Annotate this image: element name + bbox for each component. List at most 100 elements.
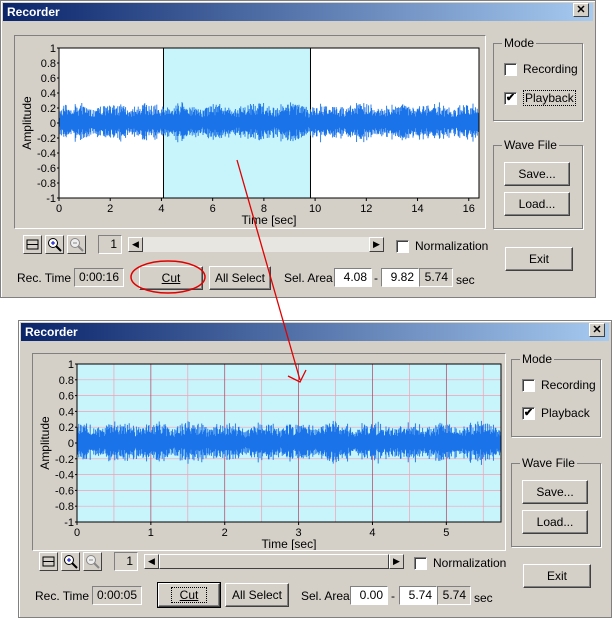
zoom-level-field: 1 <box>98 235 122 254</box>
sec-label: sec <box>474 591 493 605</box>
y-tick-label: 0.8 <box>59 375 74 387</box>
fit-view-button[interactable] <box>39 552 58 571</box>
sel-area-label: Sel. Area <box>301 589 350 603</box>
x-tick-label: 4 <box>158 203 164 215</box>
recording-checkbox-box[interactable] <box>504 62 517 76</box>
recorder-window-original: Recorder ✕ 1 0.8 0.6 0.4 0.2 0 -0.2 -0.4 -0.6 -0.… <box>0 0 596 298</box>
y-tick-label: -1 <box>46 193 56 205</box>
y-tick-label: -0.2 <box>37 133 56 145</box>
all-select-button[interactable]: All Select <box>209 266 271 290</box>
y-tick-label: -0.2 <box>55 454 74 466</box>
x-tick-label: 5 <box>443 527 449 539</box>
waveform-plot-frame: 1 0.8 0.6 0.4 0.2 0 -0.2 -0.4 -0.6 -0.8 -1 0 2 4 6 8 10 1… <box>14 35 486 229</box>
close-button[interactable]: ✕ <box>573 3 589 17</box>
cut-button[interactable]: Cut <box>157 582 221 608</box>
playback-checkbox-box[interactable]: ✔ <box>504 91 517 105</box>
playback-checkbox[interactable]: ✔ Playback <box>522 406 590 420</box>
recording-checkbox-box[interactable] <box>522 378 535 392</box>
y-tick-label: 0 <box>50 118 56 130</box>
waveform-plot[interactable]: 10.80.60.40.20-0.2-0.4-0.6-0.8-10 2 4 6 8 10 1… <box>15 36 485 228</box>
x-tick-label: 10 <box>309 203 321 215</box>
sel-start-input[interactable]: 4.08 <box>334 268 372 287</box>
sel-end-input[interactable]: 5.74 <box>399 586 437 605</box>
scroll-right-arrow-icon[interactable]: ▶ <box>369 237 384 252</box>
all-select-label: All Select <box>231 588 283 602</box>
recording-label: Recording <box>541 378 596 392</box>
y-tick-label: 0.6 <box>41 73 56 85</box>
fit-view-icon <box>42 556 55 567</box>
y-tick-label: -0.8 <box>37 178 56 190</box>
waveform-plot[interactable]: 10.80.60.40.20-0.2-0.4-0.6-0.8-10 1 2 3 4 5Ti… <box>33 354 505 550</box>
x-tick-label: 12 <box>360 203 372 215</box>
y-tick-label: -0.4 <box>55 470 74 482</box>
x-tick-label: 6 <box>210 203 216 215</box>
zoom-in-button[interactable] <box>45 235 64 254</box>
y-tick-label: 1 <box>68 359 74 371</box>
exit-button[interactable]: Exit <box>523 564 591 588</box>
normalization-checkbox-box[interactable] <box>396 239 409 253</box>
waveform-plot-frame: 1 0.8 0.6 0.4 0.2 0 -0.2 -0.4 -0.6 -0.8 -1 0 1 2 3 4 5 Ti… <box>32 353 506 551</box>
x-tick-label: 1 <box>148 527 154 539</box>
zoom-out-icon <box>86 555 100 569</box>
playback-label: Playback <box>523 90 576 106</box>
y-tick-label: 0.4 <box>41 88 56 100</box>
mode-group-label: Mode <box>502 36 537 50</box>
normalization-label: Normalization <box>415 239 489 253</box>
x-tick-label: 0 <box>74 527 80 539</box>
exit-button[interactable]: Exit <box>505 247 573 271</box>
sel-area-label: Sel. Area <box>284 271 333 285</box>
zoom-level-field: 1 <box>114 552 138 571</box>
all-select-label: All Select <box>214 271 266 285</box>
wave-file-group: Wave File Save... Load... <box>511 456 601 547</box>
sel-start-input[interactable]: 0.00 <box>350 586 388 605</box>
horizontal-scrollbar[interactable]: ◀ ▶ <box>127 236 385 253</box>
recording-label: Recording <box>523 62 578 76</box>
playback-checkbox[interactable]: ✔ Playback <box>504 90 576 106</box>
sel-length-field: 5.74 <box>419 268 453 287</box>
x-tick-label: 0 <box>56 203 62 215</box>
horizontal-scrollbar[interactable]: ◀ ▶ <box>143 553 405 570</box>
wave-file-group-label: Wave File <box>502 138 559 152</box>
rec-time-field: 0:00:16 <box>74 268 124 287</box>
recording-checkbox[interactable]: Recording <box>522 378 596 392</box>
x-tick-label: 2 <box>107 203 113 215</box>
zoom-in-icon <box>48 238 62 252</box>
sel-dash: - <box>391 589 395 603</box>
rec-time-label: Rec. Time <box>35 589 90 603</box>
y-tick-label: 0.4 <box>59 406 74 418</box>
y-tick-label: 0 <box>68 438 74 450</box>
zoom-in-button[interactable] <box>61 552 80 571</box>
zoom-in-icon <box>64 555 78 569</box>
all-select-button[interactable]: All Select <box>225 583 289 607</box>
load-button[interactable]: Load... <box>522 510 588 534</box>
close-button[interactable]: ✕ <box>589 323 605 337</box>
cut-button-label: Cut <box>170 587 208 603</box>
y-tick-label: 0.2 <box>41 103 56 115</box>
y-axis-label: Amplitude <box>20 96 34 150</box>
fit-view-button[interactable] <box>23 235 42 254</box>
save-button[interactable]: Save... <box>522 480 588 504</box>
y-axis-label: Amplitude <box>38 416 52 470</box>
y-tick-label: -1 <box>64 517 74 529</box>
zoom-out-button[interactable] <box>67 235 86 254</box>
normalization-checkbox[interactable]: Normalization <box>414 556 506 570</box>
playback-checkbox-box[interactable]: ✔ <box>522 406 535 420</box>
x-axis-label: Time [sec] <box>242 213 297 227</box>
save-button[interactable]: Save... <box>504 162 570 186</box>
scroll-left-arrow-icon[interactable]: ◀ <box>128 237 143 252</box>
y-tick-label: -0.8 <box>55 501 74 513</box>
normalization-checkbox[interactable]: Normalization <box>396 239 488 253</box>
rec-time-label: Rec. Time <box>17 271 72 285</box>
mode-group-label: Mode <box>520 352 555 366</box>
zoom-out-button[interactable] <box>83 552 102 571</box>
cut-button[interactable]: Cut <box>139 266 203 290</box>
y-tick-label: 0.8 <box>41 58 56 70</box>
scroll-left-arrow-icon[interactable]: ◀ <box>144 554 159 569</box>
normalization-checkbox-box[interactable] <box>414 556 427 570</box>
sel-end-input[interactable]: 9.82 <box>381 268 419 287</box>
scroll-thumb[interactable] <box>159 554 389 569</box>
load-button[interactable]: Load... <box>504 192 570 216</box>
recorder-window-after-cut: Recorder ✕ 1 0.8 0.6 0.4 0.2 0 -0.2 -0.4 -0.6 -0.… <box>18 320 612 618</box>
scroll-right-arrow-icon[interactable]: ▶ <box>389 554 404 569</box>
recording-checkbox[interactable]: Recording <box>504 62 578 76</box>
